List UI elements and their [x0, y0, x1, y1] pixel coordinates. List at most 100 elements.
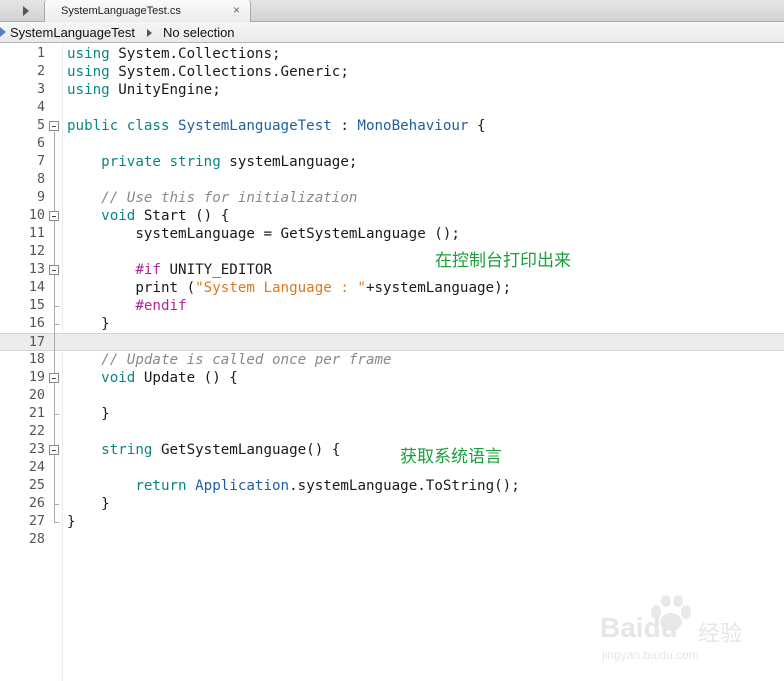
code-text: } — [67, 513, 76, 531]
line-number: 25 — [28, 478, 45, 493]
code-line[interactable]: 11 systemLanguage = GetSystemLanguage ()… — [0, 225, 784, 243]
code-text: using System.Collections.Generic; — [67, 63, 349, 81]
fold-guide — [54, 456, 55, 504]
baidu-watermark: Baidu 经验 jingyan.baidu.com — [598, 594, 768, 664]
code-token: Update () { — [135, 370, 238, 386]
tab-system-language-test[interactable]: SystemLanguageTest.cs × — [44, 0, 251, 23]
code-token: GetSystemLanguage() { — [152, 442, 341, 458]
watermark-suffix: 经验 — [698, 621, 743, 646]
tab-list-button[interactable] — [0, 0, 44, 22]
line-number: 27 — [28, 514, 45, 529]
code-text: public class SystemLanguageTest : MonoBe… — [67, 117, 486, 135]
code-token: print ( — [67, 280, 196, 296]
code-text: systemLanguage = GetSystemLanguage (); — [67, 225, 460, 243]
fold-toggle-icon[interactable] — [49, 121, 59, 131]
line-number: 20 — [28, 388, 45, 403]
code-token: systemLanguage = GetSystemLanguage (); — [67, 226, 460, 242]
annotation-print-to-console: 在控制台打印出来 — [435, 251, 571, 271]
code-editor[interactable]: 1 using System.Collections; 2 using System.… — [0, 44, 784, 681]
watermark-url: jingyan.baidu.com — [602, 648, 699, 662]
code-line[interactable]: 5 public class SystemLanguageTest : MonoB… — [0, 117, 784, 135]
code-line[interactable]: 20 — [0, 387, 784, 405]
class-icon — [0, 27, 6, 37]
line-number: 28 — [28, 532, 45, 547]
code-token: } — [67, 514, 76, 530]
fold-end-marker — [54, 504, 59, 505]
code-line[interactable]: 7 private string systemLanguage; — [0, 153, 784, 171]
line-number: 19 — [28, 370, 45, 385]
code-text: print ("System Language : "+systemLangua… — [67, 279, 511, 297]
line-number: 16 — [28, 316, 45, 331]
fold-toggle-icon[interactable] — [49, 265, 59, 275]
code-line[interactable]: 26 } — [0, 495, 784, 513]
line-number: 5 — [36, 118, 45, 133]
fold-toggle-icon[interactable] — [49, 373, 59, 383]
code-text: // Use this for initialization — [67, 189, 357, 207]
code-token: using — [67, 82, 110, 98]
code-text: #if UNITY_EDITOR — [67, 261, 272, 279]
code-token: public class — [67, 118, 170, 134]
line-number: 17 — [28, 335, 45, 350]
line-number: 10 — [28, 208, 45, 223]
line-number: 18 — [28, 352, 45, 367]
code-line[interactable]: 9 // Use this for initialization — [0, 189, 784, 207]
code-line[interactable]: 12 — [0, 243, 784, 261]
code-line[interactable]: 3 using UnityEngine; — [0, 81, 784, 99]
code-token: #if — [135, 262, 161, 278]
line-number: 1 — [36, 46, 45, 61]
code-line[interactable]: 1 using System.Collections; — [0, 45, 784, 63]
line-number: 22 — [28, 424, 45, 439]
code-line[interactable]: 17 — [0, 333, 784, 351]
close-icon[interactable]: × — [233, 3, 240, 17]
code-line[interactable]: 15 #endif — [0, 297, 784, 315]
code-line[interactable]: 8 — [0, 171, 784, 189]
tab-title: SystemLanguageTest.cs — [61, 5, 181, 17]
fold-toggle-icon[interactable] — [49, 445, 59, 455]
code-line[interactable]: 4 — [0, 99, 784, 117]
breadcrumb-member[interactable]: No selection — [163, 25, 235, 40]
line-number: 8 — [36, 172, 45, 187]
code-token: { — [468, 118, 486, 134]
code-line[interactable]: 2 using System.Collections.Generic; — [0, 63, 784, 81]
code-line[interactable]: 24 — [0, 459, 784, 477]
code-line[interactable]: 10 void Start () { — [0, 207, 784, 225]
line-number: 26 — [28, 496, 45, 511]
code-token: string — [101, 442, 153, 458]
code-token: #endif — [135, 298, 187, 314]
line-number: 2 — [36, 64, 45, 79]
code-text: void Start () { — [67, 207, 229, 225]
code-line[interactable]: 14 print ("System Language : "+systemLan… — [0, 279, 784, 297]
code-token: .systemLanguage.ToString(); — [289, 478, 520, 494]
code-line[interactable]: 23 string GetSystemLanguage() { — [0, 441, 784, 459]
code-line[interactable]: 21 } — [0, 405, 784, 423]
code-line[interactable]: 6 — [0, 135, 784, 153]
code-line[interactable]: 22 — [0, 423, 784, 441]
code-line[interactable]: 13 #if UNITY_EDITOR — [0, 261, 784, 279]
code-line[interactable]: 25 return Application.systemLanguage.ToS… — [0, 477, 784, 495]
code-text: } — [67, 495, 110, 513]
fold-toggle-icon[interactable] — [49, 211, 59, 221]
code-line[interactable]: 28 — [0, 531, 784, 549]
line-number: 7 — [36, 154, 45, 169]
breadcrumb-class[interactable]: SystemLanguageTest — [10, 25, 135, 40]
code-line[interactable]: 19 void Update () { — [0, 369, 784, 387]
code-text: void Update () { — [67, 369, 238, 387]
code-line[interactable]: 18 // Update is called once per frame — [0, 351, 784, 369]
code-token: MonoBehaviour — [357, 118, 469, 134]
line-number: 13 — [28, 262, 45, 277]
play-arrow-icon — [23, 6, 29, 16]
code-text: } — [67, 405, 110, 423]
code-line[interactable]: 16 } — [0, 315, 784, 333]
code-line[interactable]: 27} — [0, 513, 784, 531]
